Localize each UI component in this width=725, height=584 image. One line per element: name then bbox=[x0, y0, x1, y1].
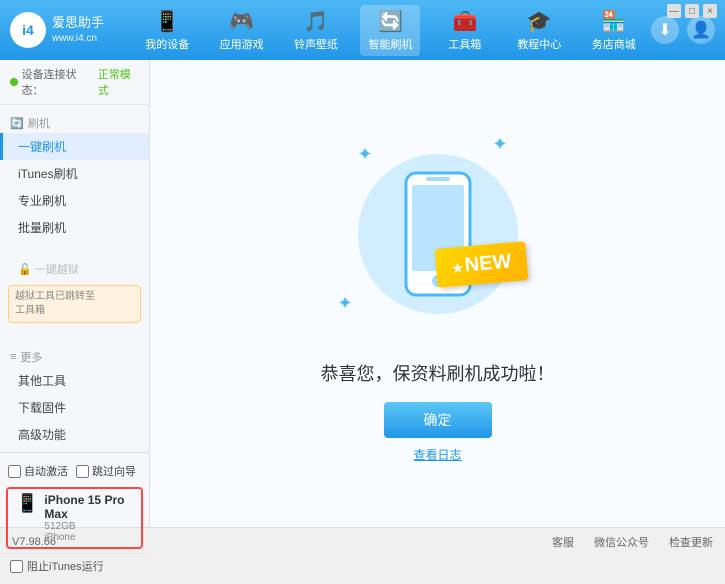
user-button[interactable]: 👤 bbox=[687, 16, 715, 44]
sparkle-icon-2: ✦ bbox=[492, 134, 507, 155]
apps-icon: 🎮 bbox=[229, 9, 254, 34]
nav-apps-games[interactable]: 🎮 应用游戏 bbox=[212, 5, 272, 56]
nav-ringtones[interactable]: 🎵 铃声壁纸 bbox=[286, 5, 346, 56]
close-button[interactable]: × bbox=[703, 4, 717, 18]
nav-label-services: 务店商城 bbox=[592, 36, 636, 52]
nav-items: 📱 我的设备 🎮 应用游戏 🎵 铃声壁纸 🔄 智能刷机 🧰 工具箱 🎓 bbox=[130, 5, 651, 56]
download-button[interactable]: ⬇ bbox=[651, 16, 679, 44]
minimize-button[interactable]: — bbox=[667, 4, 681, 18]
more-section: ≡ 更多 其他工具 下载固件 高级功能 bbox=[0, 339, 149, 452]
maximize-button[interactable]: □ bbox=[685, 4, 699, 18]
nav-smart-brush[interactable]: 🔄 智能刷机 bbox=[360, 5, 420, 56]
device-info: iPhone 15 Pro Max 512GB iPhone bbox=[44, 493, 133, 543]
status-indicator bbox=[10, 78, 18, 86]
sidebar-item-itunes-brush[interactable]: iTunes刷机 bbox=[0, 160, 149, 187]
success-message: 恭喜您，保资料刷机成功啦！ bbox=[321, 360, 555, 386]
device-name: iPhone 15 Pro Max bbox=[44, 493, 133, 521]
header: i4 爱思助手 www.i4.cn 📱 我的设备 🎮 应用游戏 🎵 铃声壁纸 🔄… bbox=[0, 0, 725, 60]
status-value: 正常模式 bbox=[98, 66, 139, 98]
skip-guide-checkbox[interactable]: 跳过向导 bbox=[76, 463, 136, 479]
toolbox-icon: 🧰 bbox=[452, 9, 477, 34]
skip-guide-label: 跳过向导 bbox=[92, 463, 136, 479]
jailbreak-notice: 越狱工具已跳转至工具箱 bbox=[8, 285, 141, 323]
nav-label-toolbox: 工具箱 bbox=[448, 36, 481, 52]
itunes-label: 阻止iTunes运行 bbox=[27, 558, 104, 574]
auto-activate-checkbox[interactable]: 自动激活 bbox=[8, 463, 68, 479]
app-subtitle: www.i4.cn bbox=[52, 32, 104, 45]
confirm-button[interactable]: 确定 bbox=[384, 402, 492, 438]
sidebar-item-pro-brush[interactable]: 专业刷机 bbox=[0, 187, 149, 214]
brush-icon: 🔄 bbox=[10, 117, 24, 130]
skip-guide-input[interactable] bbox=[76, 465, 89, 478]
auto-activate-input[interactable] bbox=[8, 465, 21, 478]
more-group-label: ≡ 更多 bbox=[0, 343, 149, 367]
lock-icon: 🔓 bbox=[18, 264, 32, 276]
auto-activate-label: 自动激活 bbox=[24, 463, 68, 479]
nav-label-ringtones: 铃声壁纸 bbox=[294, 36, 338, 52]
sidebar-item-download-firmware[interactable]: 下载固件 bbox=[0, 394, 149, 421]
logo-area: i4 爱思助手 www.i4.cn bbox=[10, 12, 130, 48]
smart-brush-icon: 🔄 bbox=[378, 9, 403, 34]
sidebar-item-batch-brush[interactable]: 批量刷机 bbox=[0, 214, 149, 241]
phone-icon: 📱 bbox=[16, 493, 38, 514]
jailbreak-label: 一键越狱 bbox=[35, 264, 79, 276]
version-label: V7.98.66 bbox=[12, 536, 56, 548]
jailbreak-section: 🔓 一键越狱 越狱工具已跳转至工具箱 bbox=[0, 253, 149, 331]
footer-wechat[interactable]: 微信公众号 bbox=[594, 534, 649, 550]
nav-toolbox[interactable]: 🧰 工具箱 bbox=[435, 5, 495, 56]
logo-text: 爱思助手 www.i4.cn bbox=[52, 15, 104, 45]
status-label: 设备连接状态： bbox=[22, 66, 94, 98]
services-icon: 🏪 bbox=[601, 9, 626, 34]
nav-label-smart-brush: 智能刷机 bbox=[368, 36, 412, 52]
main-area: 设备连接状态： 正常模式 🔄 刷机 一键刷机 iTunes刷机 专业刷机 批量刷… bbox=[0, 60, 725, 527]
device-type: iPhone bbox=[44, 532, 133, 543]
sidebar-item-advanced[interactable]: 高级功能 bbox=[0, 421, 149, 448]
nav-my-device[interactable]: 📱 我的设备 bbox=[137, 5, 197, 56]
itunes-checkbox[interactable] bbox=[10, 560, 23, 573]
window-controls: — □ × bbox=[667, 4, 717, 18]
status-bar: 设备连接状态： 正常模式 bbox=[0, 60, 149, 105]
phone-circle: NEW bbox=[358, 154, 518, 314]
brush-section: 🔄 刷机 一键刷机 iTunes刷机 专业刷机 批量刷机 bbox=[0, 105, 149, 245]
sidebar-item-one-key-brush[interactable]: 一键刷机 bbox=[0, 133, 149, 160]
checkbox-row: 自动激活 跳过向导 bbox=[0, 459, 149, 483]
sidebar-item-other-tools[interactable]: 其他工具 bbox=[0, 367, 149, 394]
ringtones-icon: 🎵 bbox=[304, 9, 329, 34]
new-badge: NEW bbox=[435, 241, 529, 288]
tutorial-icon: 🎓 bbox=[527, 9, 552, 34]
brush-label: 刷机 bbox=[28, 115, 50, 131]
app-title: 爱思助手 bbox=[52, 15, 104, 32]
nav-tutorial[interactable]: 🎓 教程中心 bbox=[509, 5, 569, 56]
success-illustration: ✦ ✦ ✦ NEW bbox=[328, 124, 548, 344]
itunes-row: 阻止iTunes运行 bbox=[0, 553, 149, 578]
nav-label-apps: 应用游戏 bbox=[220, 36, 264, 52]
nav-label-my-device: 我的设备 bbox=[145, 36, 189, 52]
sparkle-icon-1: ✦ bbox=[358, 144, 373, 165]
content-area: ✦ ✦ ✦ NEW 恭喜您，保资料刷机成功啦！ 确定 查看日 bbox=[150, 60, 725, 527]
sidebar-bottom: 自动激活 跳过向导 📱 iPhone 15 Pro Max 512GB iPho… bbox=[0, 452, 149, 584]
more-icon: ≡ bbox=[10, 351, 16, 363]
sparkle-icon-3: ✦ bbox=[338, 293, 353, 314]
device-icon: 📱 bbox=[155, 9, 180, 34]
nav-label-tutorial: 教程中心 bbox=[517, 36, 561, 52]
jailbreak-group-label: 🔓 一键越狱 bbox=[0, 257, 149, 281]
header-right: ⬇ 👤 bbox=[651, 16, 715, 44]
log-link[interactable]: 查看日志 bbox=[413, 446, 461, 463]
logo-icon: i4 bbox=[10, 12, 46, 48]
footer-customer-service[interactable]: 客服 bbox=[552, 534, 574, 550]
footer-check-update[interactable]: 检查更新 bbox=[669, 534, 713, 550]
brush-group-label: 🔄 刷机 bbox=[0, 109, 149, 133]
more-label: 更多 bbox=[20, 349, 42, 365]
nav-services[interactable]: 🏪 务店商城 bbox=[584, 5, 644, 56]
sidebar: 设备连接状态： 正常模式 🔄 刷机 一键刷机 iTunes刷机 专业刷机 批量刷… bbox=[0, 60, 150, 527]
